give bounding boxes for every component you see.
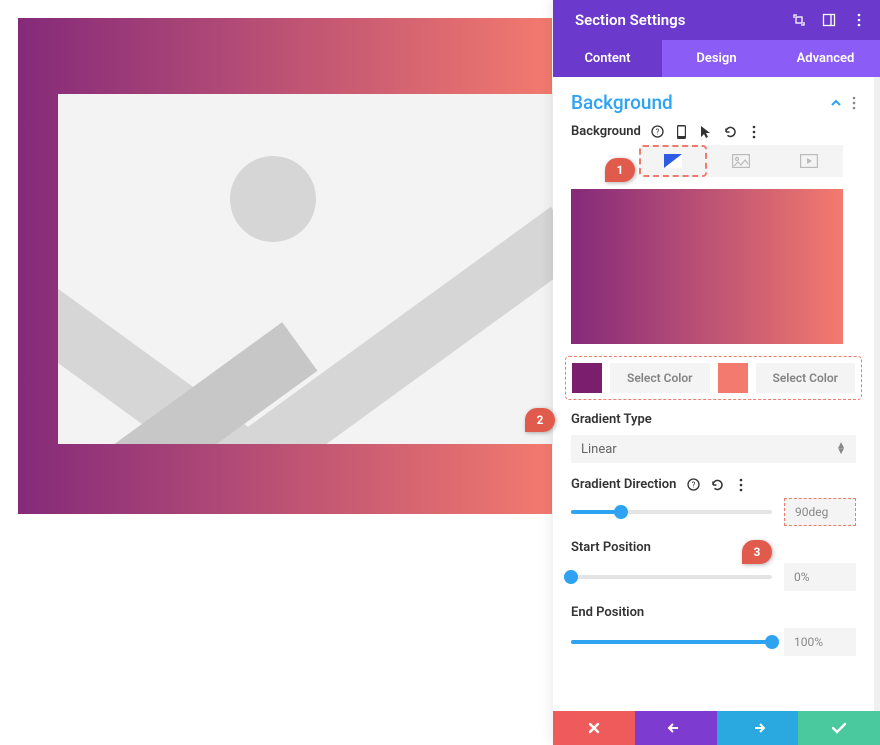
redo-button[interactable] <box>717 711 799 745</box>
color-swatch-2[interactable] <box>718 363 748 393</box>
field-more-icon[interactable] <box>747 125 761 139</box>
collapse-icon[interactable] <box>830 99 842 107</box>
end-position-group: End Position 100% <box>571 605 856 656</box>
help-icon[interactable]: ? <box>651 125 665 139</box>
start-position-group: Start Position 0% <box>571 540 856 591</box>
background-label: Background <box>571 124 641 139</box>
end-position-value[interactable]: 100% <box>784 628 856 656</box>
color-swatch-1[interactable] <box>572 363 602 393</box>
sidebar-layout-icon[interactable] <box>822 13 836 27</box>
start-position-value[interactable]: 0% <box>784 563 856 591</box>
settings-tabs: Content Design Advanced <box>553 40 880 77</box>
select-color-1-button[interactable]: Select Color <box>610 363 710 393</box>
gradient-direction-group: Gradient Direction ? 90deg <box>571 477 856 526</box>
bg-tab-image[interactable] <box>707 145 775 177</box>
tab-advanced[interactable]: Advanced <box>771 40 880 77</box>
select-color-2-button[interactable]: Select Color <box>756 363 856 393</box>
save-button[interactable] <box>798 711 880 745</box>
section-more-icon[interactable] <box>852 96 856 110</box>
reset-icon[interactable] <box>710 478 724 492</box>
panel-header-actions <box>792 13 866 27</box>
undo-button[interactable] <box>635 711 717 745</box>
gradient-type-label: Gradient Type <box>571 412 856 427</box>
start-position-slider[interactable] <box>571 575 772 579</box>
svg-text:?: ? <box>692 481 696 490</box>
background-section-header: Background <box>571 77 856 124</box>
panel-footer <box>553 711 880 745</box>
panel-body: Background Background ? <box>553 77 880 711</box>
placeholder-sun-icon <box>230 156 316 242</box>
callout-1: 1 <box>605 158 635 182</box>
select-caret-icon: ▲▼ <box>836 443 846 455</box>
gradient-color-row: Select Color Select Color <box>565 356 862 400</box>
gradient-direction-slider[interactable] <box>571 510 772 514</box>
panel-header: Section Settings <box>553 0 880 40</box>
image-placeholder <box>58 94 553 444</box>
tab-design[interactable]: Design <box>662 40 771 77</box>
gradient-direction-label: Gradient Direction <box>571 477 676 492</box>
bg-tab-video[interactable] <box>775 145 843 177</box>
tab-content[interactable]: Content <box>553 40 662 77</box>
expand-icon[interactable] <box>792 13 806 27</box>
panel-title: Section Settings <box>575 11 685 29</box>
background-field-row: Background ? <box>571 124 856 139</box>
callout-3: 3 <box>742 540 772 564</box>
end-position-label: End Position <box>571 605 856 620</box>
gradient-type-group: Gradient Type Linear ▲▼ <box>571 412 856 463</box>
responsive-phone-icon[interactable] <box>675 125 689 139</box>
callout-2: 2 <box>525 408 555 432</box>
bg-tab-gradient[interactable] <box>639 145 707 177</box>
slider-thumb[interactable] <box>564 570 578 584</box>
gradient-type-value: Linear <box>581 442 617 457</box>
hover-cursor-icon[interactable] <box>699 125 713 139</box>
end-position-slider[interactable] <box>571 640 772 644</box>
section-settings-panel: Section Settings Content Design Advanced… <box>553 0 880 745</box>
slider-thumb[interactable] <box>765 635 779 649</box>
reset-icon[interactable] <box>723 125 737 139</box>
section-canvas-preview <box>18 18 552 514</box>
cancel-button[interactable] <box>553 711 635 745</box>
gradient-type-select[interactable]: Linear ▲▼ <box>571 435 856 463</box>
svg-text:?: ? <box>656 128 660 137</box>
slider-thumb[interactable] <box>614 505 628 519</box>
section-title: Background <box>571 91 673 114</box>
field-more-icon[interactable] <box>734 478 748 492</box>
gradient-direction-value[interactable]: 90deg <box>784 498 856 526</box>
start-position-label: Start Position <box>571 540 856 555</box>
help-icon[interactable]: ? <box>686 478 700 492</box>
more-icon[interactable] <box>852 13 866 27</box>
gradient-preview <box>571 189 843 344</box>
